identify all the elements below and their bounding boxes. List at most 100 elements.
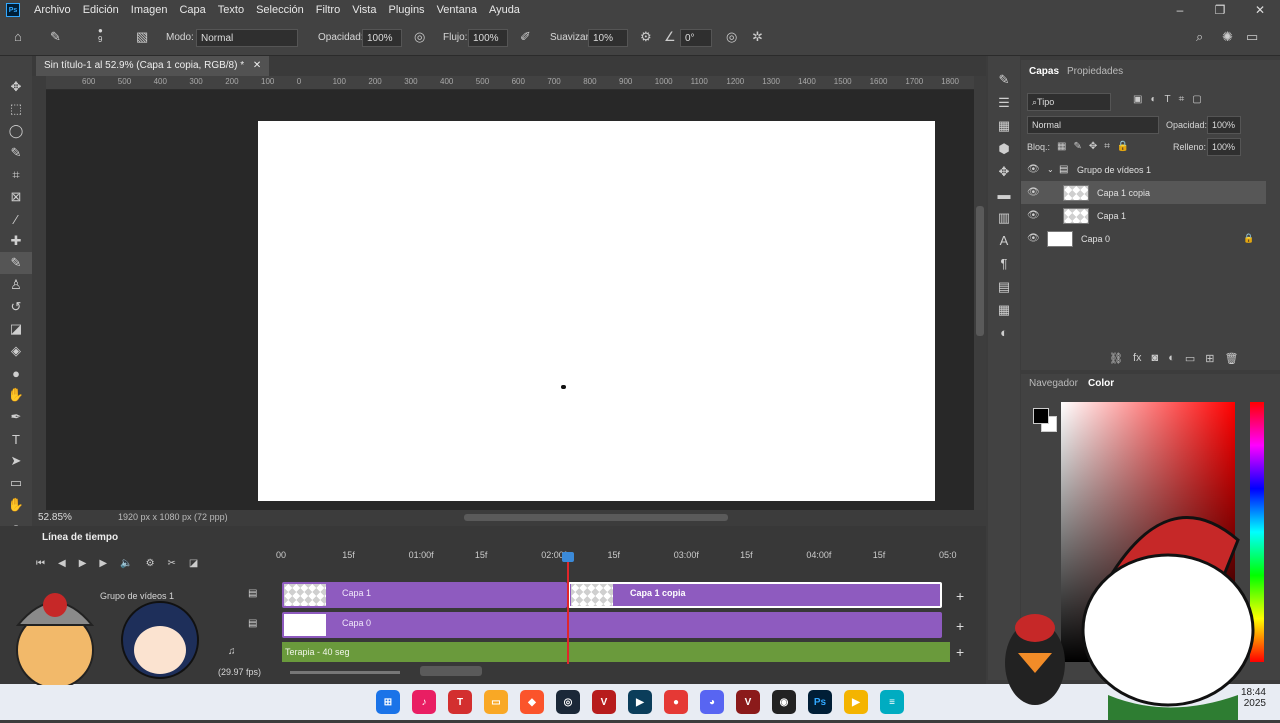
text-tool-icon[interactable]: T xyxy=(0,428,32,450)
vertical-scrollbar[interactable] xyxy=(974,76,986,510)
discord-icon[interactable]: ◕ xyxy=(700,690,724,714)
search-icon[interactable]: ⌕ xyxy=(1196,29,1203,45)
menu-capa[interactable]: Capa xyxy=(173,4,211,16)
menu-edicion[interactable]: Edición xyxy=(77,4,125,16)
brush-settings-icon[interactable]: ✎ xyxy=(988,68,1020,91)
play-icon[interactable]: ▶ xyxy=(79,558,87,569)
comments-icon[interactable]: ▬ xyxy=(988,183,1020,206)
obs-icon[interactable]: ◉ xyxy=(772,690,796,714)
horizontal-scroll-thumb[interactable] xyxy=(464,514,728,521)
windows-start-icon[interactable]: ⊞ xyxy=(376,690,400,714)
minimize-icon[interactable]: – xyxy=(1160,0,1200,20)
tab-navigator[interactable]: Navegador xyxy=(1029,378,1078,389)
audio-icon[interactable]: 🔈 xyxy=(120,558,132,569)
layer-item-group[interactable]: 👁 ⌄ ▤ Grupo de vídeos 1 xyxy=(1021,158,1266,181)
filter-adjust-icon[interactable]: ◐ xyxy=(1150,94,1156,105)
menu-plugins[interactable]: Plugins xyxy=(382,4,430,16)
menu-ayuda[interactable]: Ayuda xyxy=(483,4,526,16)
menu-imagen[interactable]: Imagen xyxy=(125,4,174,16)
eraser-tool-icon[interactable]: ◪ xyxy=(0,318,32,340)
filter-shape-icon[interactable]: ⌗ xyxy=(1179,94,1185,105)
playhead-handle[interactable] xyxy=(562,552,574,562)
lock-all-icon[interactable]: 🔒 xyxy=(1117,141,1129,152)
steam-icon[interactable]: ◎ xyxy=(556,690,580,714)
zoom-slider[interactable] xyxy=(290,671,400,674)
bucket-tool-icon[interactable]: ◈ xyxy=(0,340,32,362)
foreground-color-swatch[interactable] xyxy=(1033,408,1049,424)
pen-tool-icon[interactable]: ✒ xyxy=(0,406,32,428)
filter-pixel-icon[interactable]: ▣ xyxy=(1133,94,1142,105)
lock-artboard-icon[interactable]: ⌗ xyxy=(1104,141,1110,152)
typora-icon[interactable]: T xyxy=(448,690,472,714)
lasso-tool-icon[interactable]: ◯ xyxy=(0,120,32,142)
media-player-icon[interactable]: ▶ xyxy=(844,690,868,714)
layer-opacity-input[interactable]: 100% xyxy=(1207,116,1241,134)
layer-item-capa-1[interactable]: 👁 Capa 1 xyxy=(1021,204,1266,227)
flow-input[interactable]: 100% xyxy=(468,29,508,47)
clip-capa-0[interactable]: Capa 0 xyxy=(282,612,942,638)
path-select-icon[interactable]: ➤ xyxy=(0,450,32,472)
opacity-input[interactable]: 100% xyxy=(362,29,402,47)
menu-seleccion[interactable]: Selección xyxy=(250,4,310,16)
clip-capa-1[interactable]: Capa 1 xyxy=(282,582,567,608)
layer-item-capa-1-copia[interactable]: 👁 Capa 1 copia xyxy=(1021,181,1266,204)
add-mask-icon[interactable]: ◙ xyxy=(1152,352,1159,365)
split-icon[interactable]: ✂ xyxy=(168,558,176,569)
fx-icon[interactable]: fx xyxy=(1133,352,1142,365)
transition-icon[interactable]: ◪ xyxy=(189,558,198,569)
swatches-icon[interactable]: ▦ xyxy=(988,298,1020,321)
playhead[interactable] xyxy=(567,556,569,664)
eye-icon[interactable]: 👁 xyxy=(1027,233,1041,244)
lock-position-icon[interactable]: ✥ xyxy=(1089,141,1097,152)
paragraph-icon[interactable]: ¶ xyxy=(988,252,1020,275)
histogram-icon[interactable]: ▥ xyxy=(988,206,1020,229)
brush-size[interactable]: ● 9 xyxy=(98,26,103,44)
move-tool-icon[interactable]: ✥ xyxy=(0,76,32,98)
frame-tool-icon[interactable]: ⊠ xyxy=(0,186,32,208)
workspace-icon[interactable]: ▭ xyxy=(1246,29,1258,45)
audio-track-icon[interactable]: ♫ xyxy=(228,646,236,657)
document-canvas[interactable] xyxy=(258,121,935,501)
eye-icon[interactable]: 👁 xyxy=(1027,210,1041,221)
close-tab-icon[interactable]: ✕ xyxy=(253,60,261,71)
tab-layers[interactable]: Capas xyxy=(1029,66,1059,77)
file-explorer-icon[interactable]: ▭ xyxy=(484,690,508,714)
navigator-icon[interactable]: ◐ xyxy=(988,321,1020,344)
document-tab[interactable]: Sin título-1 al 52.9% (Capa 1 copia, RGB… xyxy=(36,56,270,76)
tiktok-icon[interactable]: ♪ xyxy=(412,690,436,714)
dodge-tool-icon[interactable]: ✋ xyxy=(0,384,32,406)
clip-capa-1-copia[interactable]: Capa 1 copia xyxy=(568,582,942,608)
notepad-icon[interactable]: ≡ xyxy=(880,690,904,714)
adjustment-layer-icon[interactable]: ◐ xyxy=(1168,352,1175,365)
photoshop-taskbar-icon[interactable]: Ps xyxy=(808,690,832,714)
audio-clip[interactable]: Terapia - 40 seg xyxy=(282,642,950,662)
settings-icon[interactable]: ⚙ xyxy=(640,29,652,45)
filter-type-icon[interactable]: T xyxy=(1165,94,1171,105)
track-film-icon-2[interactable]: ▤ xyxy=(248,618,257,629)
brush-tool-icon-active[interactable]: ✎ xyxy=(0,252,32,274)
add-audio-icon[interactable]: + xyxy=(956,644,964,660)
layer-filter-select[interactable]: ⌕ Tipo xyxy=(1027,93,1111,111)
link-layers-icon[interactable]: ⛓ xyxy=(1109,352,1123,365)
menu-ventana[interactable]: Ventana xyxy=(431,4,483,16)
prev-frame-icon[interactable]: ◀ xyxy=(58,558,66,569)
brave-icon[interactable]: ◆ xyxy=(520,690,544,714)
nodes-icon[interactable]: ✥ xyxy=(988,160,1020,183)
valorant-icon[interactable]: V xyxy=(736,690,760,714)
symmetry-icon[interactable]: ✲ xyxy=(752,29,763,45)
layer-item-capa-0[interactable]: 👁 Capa 0 🔒 xyxy=(1021,227,1266,250)
next-frame-icon[interactable]: ▶ xyxy=(99,558,107,569)
home-icon[interactable]: ⌂ xyxy=(14,29,22,44)
shape-tool-icon[interactable]: ▭ xyxy=(0,472,32,494)
eyedropper-tool-icon[interactable]: ⁄ xyxy=(0,208,32,230)
eye-icon[interactable]: 👁 xyxy=(1027,187,1041,198)
timeline-title[interactable]: Línea de tiempo xyxy=(42,532,118,543)
recorder-icon[interactable]: ● xyxy=(664,690,688,714)
blend-mode-select[interactable]: Normal xyxy=(1027,116,1159,134)
fill-input[interactable]: 100% xyxy=(1207,138,1241,156)
hand-tool-icon[interactable]: ✋ xyxy=(0,494,32,516)
shapes-icon[interactable]: ⬢ xyxy=(988,137,1020,160)
chevron-down-icon[interactable]: ⌄ xyxy=(1047,165,1059,174)
crop-tool-icon[interactable]: ⌗ xyxy=(0,164,32,186)
marquee-tool-icon[interactable]: ⬚ xyxy=(0,98,32,120)
